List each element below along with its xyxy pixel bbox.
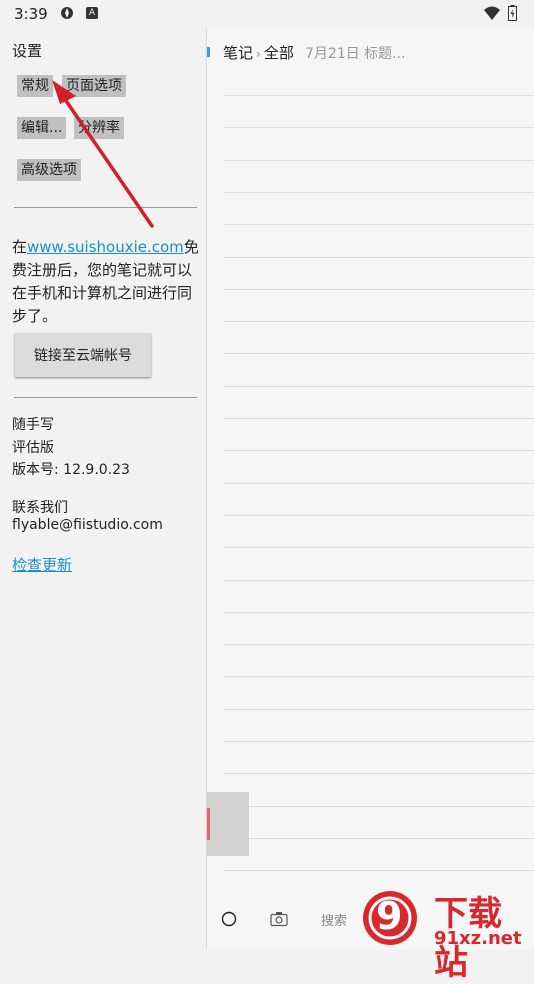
status-time: 3:39 — [14, 5, 48, 23]
app-notification-icon: A — [86, 7, 98, 19]
ruled-line — [223, 192, 534, 193]
ruled-line — [223, 418, 534, 419]
site-watermark: 9 下载站 91xz.net — [354, 886, 534, 983]
ruled-line — [223, 773, 534, 774]
promo-prefix: 在 — [12, 238, 28, 256]
note-title-preview[interactable]: 7月21日 标题... — [305, 43, 406, 63]
search-button[interactable]: 搜索 — [321, 910, 347, 929]
website-link[interactable]: www.suishouxie.com — [27, 238, 184, 256]
ruled-line — [223, 612, 534, 613]
divider — [14, 397, 197, 398]
breadcrumb-current[interactable]: 全部 — [264, 44, 294, 62]
ruled-line — [223, 450, 534, 451]
breadcrumb: 笔记 › 全部 — [223, 42, 294, 63]
ruled-line — [223, 160, 534, 161]
divider — [14, 207, 197, 208]
watermark-domain: 91xz.net — [434, 928, 522, 949]
battery-icon — [508, 5, 517, 21]
edition-label: 评估版 — [12, 440, 54, 456]
ruled-line — [223, 870, 534, 871]
ruled-line — [223, 95, 534, 96]
ruled-line — [223, 838, 534, 839]
ruled-line — [223, 580, 534, 581]
notes-panel: 笔记›全部 7月21日 标题... 搜索 5 — [206, 28, 534, 950]
ruled-line — [223, 483, 534, 484]
ruled-line — [223, 127, 534, 128]
contact-email: flyable@fiistudio.com — [12, 517, 163, 533]
camera-icon[interactable] — [270, 911, 288, 927]
status-bar: 3:39 A — [0, 0, 534, 28]
check-update-link[interactable]: 检查更新 — [12, 554, 72, 575]
ruled-line — [223, 806, 534, 807]
wifi-icon — [484, 6, 500, 20]
resolution-tab[interactable]: 分辨率 — [74, 117, 124, 139]
settings-title: 设置 — [12, 42, 43, 60]
sync-status-icon — [61, 7, 73, 19]
ruled-line — [223, 257, 534, 258]
edit-tab[interactable]: 编辑... — [17, 117, 67, 139]
app-name: 随手写 — [12, 417, 54, 433]
chevron-right-icon: › — [256, 47, 261, 61]
ruled-line — [223, 709, 534, 710]
ruled-line — [223, 353, 534, 354]
general-tab[interactable]: 常规 — [17, 75, 53, 97]
contact-title: 联系我们 — [12, 500, 68, 516]
ruled-line — [223, 547, 534, 548]
advanced-options-tab[interactable]: 高级选项 — [17, 159, 81, 181]
handle-mark — [207, 808, 210, 840]
cloud-sync-promo: 在www.suishouxie.com免费注册后，您的笔记就可以在手机和计算机之… — [12, 236, 202, 328]
ruled-line — [223, 676, 534, 677]
ruled-line — [223, 515, 534, 516]
version-label: 版本号: 12.9.0.23 — [12, 462, 130, 478]
link-cloud-account-button[interactable]: 链接至云端帐号 — [15, 333, 151, 377]
side-drawer-handle[interactable] — [207, 792, 249, 856]
ruled-line — [223, 289, 534, 290]
ruled-line — [223, 644, 534, 645]
selection-marker — [207, 47, 210, 57]
ruled-line — [223, 321, 534, 322]
circle-icon[interactable] — [221, 911, 237, 927]
watermark-logo: 9 — [376, 894, 403, 938]
ruled-line — [223, 224, 534, 225]
settings-panel: 设置 常规 页面选项 编辑... 分辨率 高级选项 在www.suishouxi… — [0, 28, 206, 950]
breadcrumb-root[interactable]: 笔记 — [223, 44, 253, 62]
ruled-line — [223, 741, 534, 742]
page-options-tab[interactable]: 页面选项 — [62, 75, 126, 97]
ruled-line — [223, 386, 534, 387]
